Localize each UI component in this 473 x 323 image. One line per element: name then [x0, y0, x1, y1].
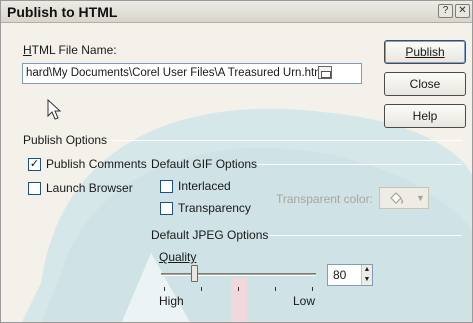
window-title: Publish to HTML [7, 4, 118, 20]
quality-spinbox[interactable]: 80 ▲ ▼ [327, 264, 373, 286]
jpeg-options-divider [269, 235, 462, 236]
html-file-name-value: hard\My Documents\Corel User Files\A Tre… [26, 67, 324, 79]
publish-button-label: Publish [405, 45, 445, 59]
chevron-down-icon: ▼ [416, 193, 425, 203]
paint-bucket-icon [390, 192, 404, 204]
transparent-color-label: Transparent color: [276, 192, 373, 206]
slider-tick [312, 287, 313, 291]
publish-dialog: Publish to HTML ? ✕ HTML File Name: hard… [0, 0, 473, 323]
mouse-pointer-icon [47, 99, 61, 120]
publish-button[interactable]: Publish [384, 40, 466, 64]
spin-up-icon[interactable]: ▲ [361, 265, 372, 275]
interlaced-label: Interlaced [178, 179, 231, 193]
quality-label: Quality [159, 250, 197, 264]
close-button-label: Close [409, 77, 441, 91]
transparency-label: Transparency [178, 201, 251, 215]
interlaced-checkbox[interactable] [160, 180, 173, 193]
help-icon[interactable]: ? [438, 4, 453, 18]
publish-options-divider [107, 140, 462, 141]
slider-tick [201, 287, 202, 291]
title-bar: Publish to HTML ? ✕ [1, 1, 472, 23]
launch-browser-label: Launch Browser [46, 181, 133, 195]
publish-comments-label: Publish Comments [46, 157, 147, 171]
gif-options-label: Default GIF Options [151, 157, 258, 171]
slider-tick [164, 287, 165, 291]
publish-options-label: Publish Options [23, 133, 108, 147]
close-button[interactable]: Close [384, 72, 466, 96]
slider-tick [275, 287, 276, 291]
gif-options-divider [257, 164, 462, 165]
html-file-name-label-rest: TML File Name: [31, 43, 117, 57]
transparency-checkbox[interactable] [160, 202, 173, 215]
jpeg-options-label: Default JPEG Options [151, 228, 269, 242]
quality-slider-track[interactable] [161, 273, 316, 276]
quality-slider-thumb[interactable] [191, 265, 198, 282]
help-button-label: Help [412, 109, 438, 123]
quality-value: 80 [333, 268, 347, 282]
close-icon[interactable]: ✕ [455, 4, 470, 18]
help-button[interactable]: Help [384, 104, 466, 128]
quality-low-label: Low [293, 294, 316, 308]
launch-browser-checkbox[interactable] [28, 182, 41, 195]
html-file-name-label: HTML File Name: [23, 43, 117, 57]
folder-icon[interactable] [318, 66, 332, 79]
publish-comments-checkbox[interactable]: ✓ [28, 158, 41, 171]
slider-tick [238, 287, 239, 291]
transparent-color-dropdown[interactable]: ▼ [379, 187, 429, 209]
spin-down-icon[interactable]: ▼ [361, 275, 372, 285]
html-file-name-field[interactable]: hard\My Documents\Corel User Files\A Tre… [22, 63, 362, 84]
quality-high-label: High [159, 294, 184, 308]
